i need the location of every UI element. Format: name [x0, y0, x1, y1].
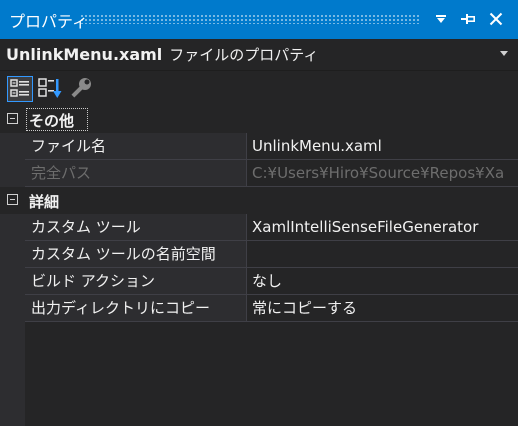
property-row[interactable]: カスタム ツールの名前空間 — [0, 241, 518, 268]
window-position-button[interactable] — [430, 8, 452, 30]
alphabetical-button[interactable] — [37, 76, 63, 102]
category-row[interactable]: その他 — [0, 106, 518, 133]
collapse-icon[interactable] — [7, 113, 18, 124]
property-value[interactable]: なし — [247, 268, 518, 295]
property-row[interactable]: カスタム ツール XamlIntelliSenseFileGenerator — [0, 214, 518, 241]
property-name: 出力ディレクトリにコピー — [25, 295, 247, 322]
property-name: ファイル名 — [25, 133, 247, 160]
property-name: ビルド アクション — [25, 268, 247, 295]
close-button[interactable] — [485, 8, 507, 30]
property-row[interactable]: 完全パス C:¥Users¥Hiro¥Source¥Repos¥Xa — [0, 160, 518, 187]
pin-icon — [461, 14, 475, 24]
close-icon — [489, 12, 503, 26]
properties-window: プロパティ UnlinkMenu.xaml ファイルのプロパティ その他 ファイ… — [0, 0, 518, 426]
property-value[interactable]: XamlIntelliSenseFileGenerator — [247, 214, 518, 241]
category-label: 詳細 — [29, 193, 60, 211]
auto-hide-button[interactable] — [458, 8, 480, 30]
object-type: ファイルのプロパティ — [169, 46, 319, 64]
property-name: 完全パス — [25, 160, 247, 187]
property-name: カスタム ツール — [25, 214, 247, 241]
title-bar[interactable]: プロパティ — [0, 0, 518, 39]
category-label: その他 — [29, 112, 75, 130]
property-row[interactable]: ビルド アクション なし — [0, 268, 518, 295]
collapse-icon[interactable] — [7, 194, 18, 205]
drag-grip[interactable] — [80, 14, 420, 24]
properties-toolbar — [0, 72, 518, 105]
categorized-icon — [10, 79, 29, 97]
property-name: カスタム ツールの名前空間 — [25, 241, 247, 268]
wrench-icon — [71, 78, 91, 98]
window-title: プロパティ — [9, 11, 89, 31]
property-value: C:¥Users¥Hiro¥Source¥Repos¥Xa — [247, 160, 518, 187]
property-grid: その他 ファイル名 UnlinkMenu.xaml 完全パス C:¥Users¥… — [0, 106, 518, 426]
property-value[interactable] — [247, 241, 518, 268]
categorized-button[interactable] — [7, 76, 33, 102]
property-value[interactable]: UnlinkMenu.xaml — [247, 133, 518, 160]
property-value[interactable]: 常にコピーする — [247, 295, 518, 322]
dropdown-arrow-icon — [436, 15, 446, 23]
object-name: UnlinkMenu.xaml — [6, 45, 163, 64]
property-pages-button[interactable] — [68, 76, 94, 102]
property-row[interactable]: 出力ディレクトリにコピー 常にコピーする — [0, 295, 518, 322]
category-row[interactable]: 詳細 — [0, 187, 518, 214]
object-selector[interactable]: UnlinkMenu.xaml ファイルのプロパティ — [0, 39, 518, 71]
chevron-down-icon — [500, 51, 508, 56]
property-row[interactable]: ファイル名 UnlinkMenu.xaml — [0, 133, 518, 160]
alphabetical-icon — [38, 78, 62, 98]
